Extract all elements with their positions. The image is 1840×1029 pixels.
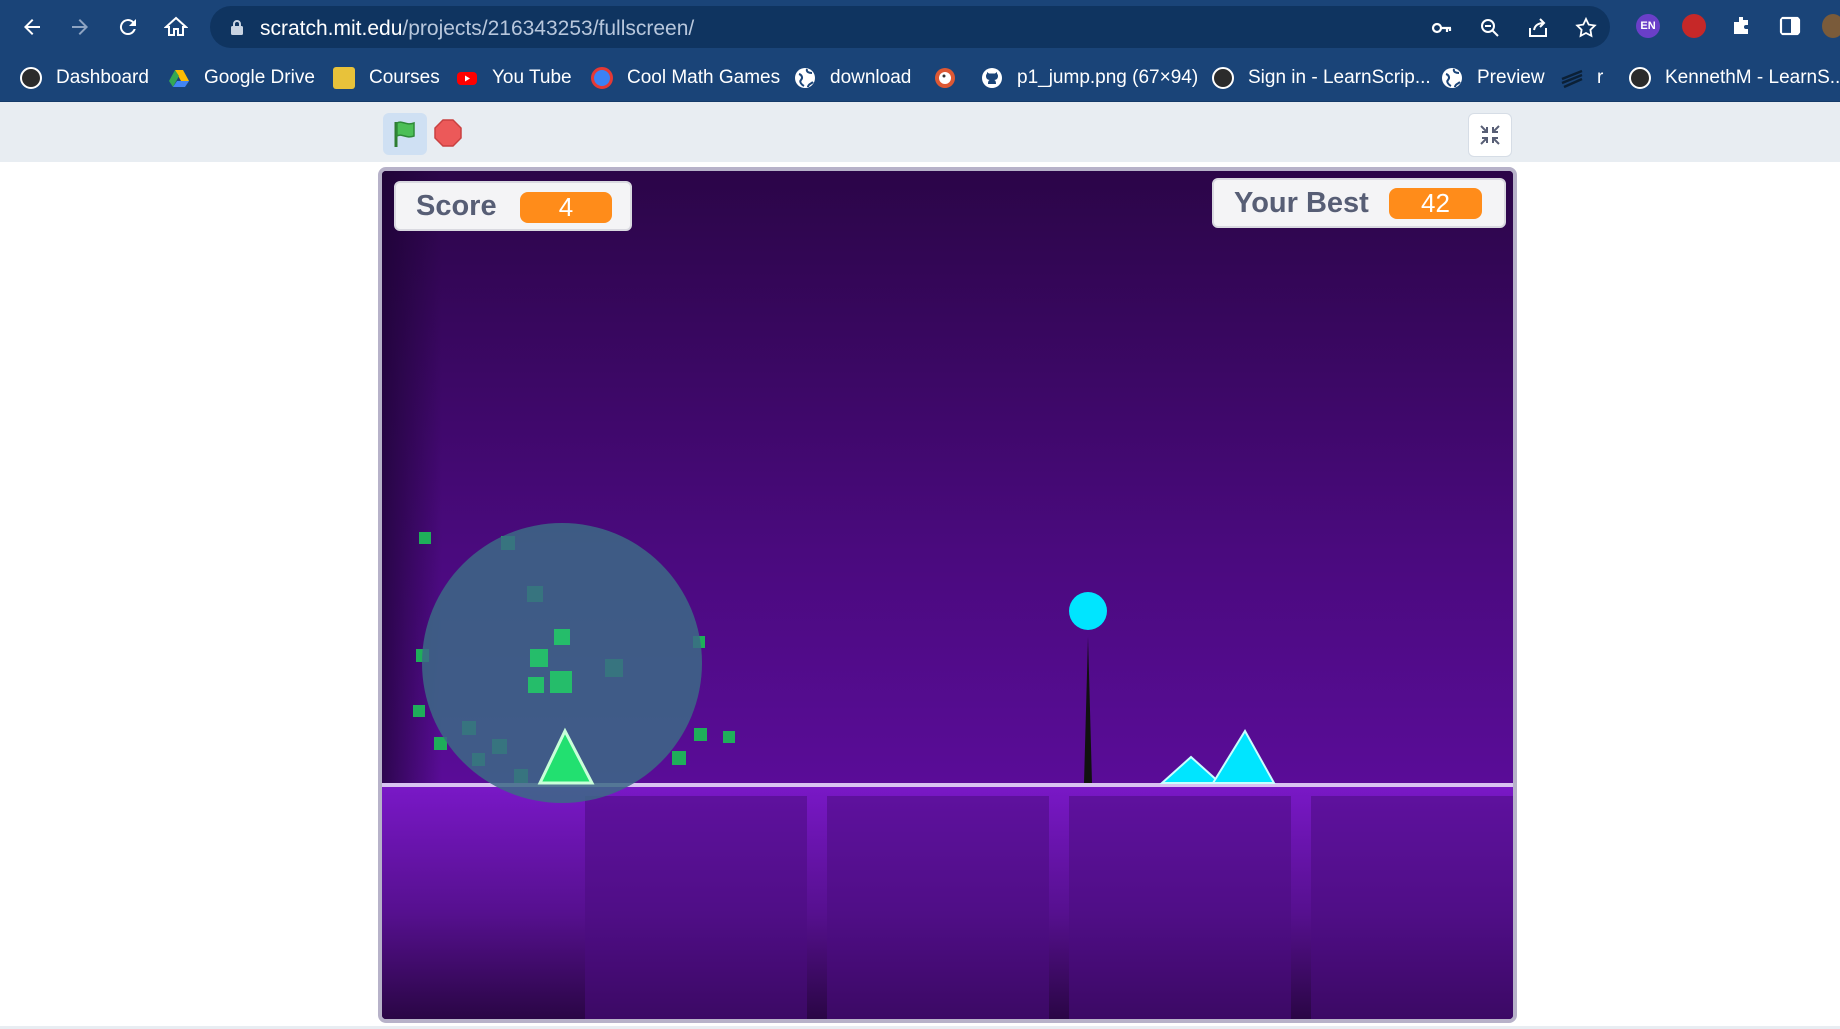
ground-panel xyxy=(827,796,1049,1019)
courses-icon xyxy=(333,67,355,89)
bookmark-label: Cool Math Games xyxy=(627,67,781,88)
green-flag-button[interactable] xyxy=(383,113,427,155)
home-icon[interactable] xyxy=(160,11,192,43)
particle xyxy=(723,731,735,743)
avatar-icon xyxy=(1212,67,1234,89)
game-stage[interactable]: Score 4 Your Best 42 xyxy=(378,167,1517,1023)
key-icon[interactable] xyxy=(1430,16,1454,40)
avatar-icon xyxy=(1629,67,1651,89)
particle xyxy=(419,532,431,544)
forward-arrow-icon[interactable] xyxy=(64,11,96,43)
zoom-icon[interactable] xyxy=(1478,16,1502,40)
bookmark-label: Preview xyxy=(1477,67,1545,88)
best-value: 42 xyxy=(1389,188,1482,219)
bookmark-label: Sign in - LearnScrip... xyxy=(1248,67,1431,88)
lock-icon xyxy=(231,20,243,35)
github-icon xyxy=(982,68,1002,88)
exit-fullscreen-button[interactable] xyxy=(1468,113,1512,157)
browser-toolbar: scratch.mit.edu/projects/216343253/fulls… xyxy=(0,0,1840,54)
bookmark-duckduckgo[interactable] xyxy=(934,62,970,94)
particle xyxy=(413,705,425,717)
side-panel-icon[interactable] xyxy=(1778,14,1802,38)
bookmark-cool-math-games[interactable]: Cool Math Games xyxy=(591,62,780,94)
globe-icon xyxy=(795,68,815,88)
bookmark-youtube[interactable]: You Tube xyxy=(456,62,572,94)
reload-icon[interactable] xyxy=(112,11,144,43)
bookmark-label: Dashboard xyxy=(56,67,149,88)
coolmath-icon xyxy=(591,67,613,89)
particle xyxy=(554,629,570,645)
bookmark-label: r xyxy=(1597,67,1604,88)
game-scene xyxy=(382,171,1513,1019)
score-value: 4 xyxy=(520,192,612,223)
bookmark-sign-in-learnscript[interactable]: Sign in - LearnScrip... xyxy=(1212,62,1431,94)
language-extension-icon[interactable]: EN xyxy=(1636,14,1660,38)
stripes-icon xyxy=(1561,69,1583,89)
star-icon[interactable] xyxy=(1574,16,1598,40)
bookmark-label: download xyxy=(830,67,912,88)
particle xyxy=(694,728,707,741)
best-score-display: Your Best 42 xyxy=(1212,178,1506,228)
bookmark-preview[interactable]: Preview xyxy=(1441,62,1545,94)
ground-panel xyxy=(585,796,807,1019)
stop-button[interactable] xyxy=(433,118,463,148)
bookmarks-bar: Dashboard Google Drive Courses You Tube … xyxy=(0,54,1840,102)
particle xyxy=(528,677,544,693)
particle xyxy=(550,671,572,693)
bookmark-label: KennethM - LearnS... xyxy=(1665,67,1840,88)
share-icon[interactable] xyxy=(1526,16,1550,40)
url-text: scratch.mit.edu/projects/216343253/fulls… xyxy=(260,17,694,41)
green-flag-icon xyxy=(394,121,415,147)
cyan-orb xyxy=(1069,592,1107,630)
bookmark-courses[interactable]: Courses xyxy=(333,62,440,94)
avatar-icon xyxy=(20,67,42,89)
particle xyxy=(530,649,548,667)
bookmark-dashboard[interactable]: Dashboard xyxy=(20,62,149,94)
bookmark-label: You Tube xyxy=(492,67,572,88)
duckduckgo-icon xyxy=(935,68,955,88)
ground-panel xyxy=(1311,796,1513,1019)
ground-panel xyxy=(1069,796,1291,1019)
url-host: scratch.mit.edu xyxy=(260,17,403,40)
best-label: Your Best xyxy=(1234,186,1369,219)
bookmark-label: Courses xyxy=(369,67,440,88)
language-badge-text: EN xyxy=(1640,20,1656,32)
youtube-icon xyxy=(457,72,477,85)
bookmark-label: p1_jump.png (67×94) xyxy=(1017,67,1199,88)
bookmark-kennethm-learnscript[interactable]: KennethM - LearnS... xyxy=(1629,62,1840,94)
back-arrow-icon[interactable] xyxy=(16,11,48,43)
bookmark-r[interactable]: r xyxy=(1561,62,1603,94)
address-bar[interactable]: scratch.mit.edu/projects/216343253/fulls… xyxy=(210,6,1610,48)
profile-avatar[interactable] xyxy=(1822,14,1840,38)
bookmark-p1-jump[interactable]: p1_jump.png (67×94) xyxy=(981,62,1198,94)
record-extension-icon[interactable] xyxy=(1682,14,1706,38)
url-path: /projects/216343253/fullscreen/ xyxy=(402,17,695,40)
bookmark-download[interactable]: download xyxy=(794,62,911,94)
exit-fullscreen-icon xyxy=(1480,125,1500,145)
stop-sign-icon xyxy=(434,119,462,147)
score-display: Score 4 xyxy=(394,181,632,231)
bookmark-label: Google Drive xyxy=(204,67,315,88)
bookmark-google-drive[interactable]: Google Drive xyxy=(168,62,315,94)
score-label: Score xyxy=(416,189,497,222)
particle xyxy=(672,751,686,765)
puzzle-extensions-icon[interactable] xyxy=(1730,14,1754,38)
stage-controls-bar xyxy=(0,102,1840,162)
google-drive-icon xyxy=(169,70,189,87)
globe-icon xyxy=(1442,68,1462,88)
